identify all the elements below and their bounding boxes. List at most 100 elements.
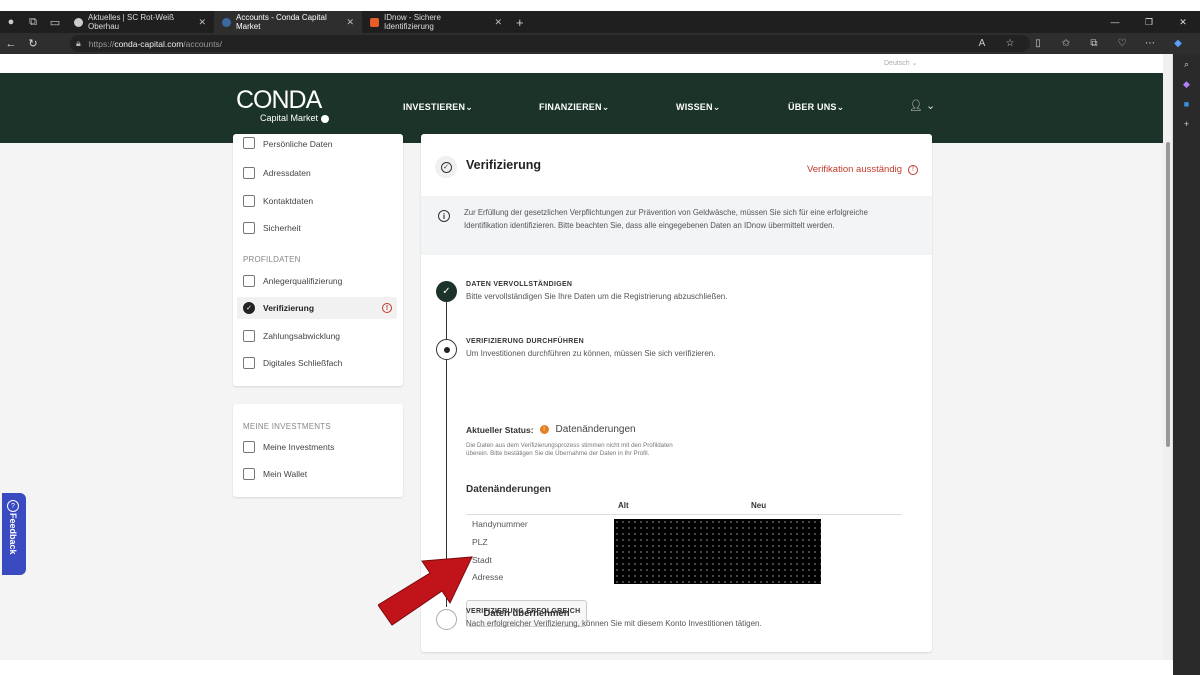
outlook-icon[interactable]: ■ [1173, 94, 1200, 114]
add-icon[interactable]: + [1173, 114, 1200, 134]
tab-bar: ● ⧉ ▭ Aktuelles | SC Rot-Weiß Oberhau ✕ … [0, 11, 1200, 33]
current-status-value: Datenänderungen [555, 424, 636, 435]
conda-logo[interactable]: CONDA Capital Market [236, 87, 329, 123]
tab-favicon [222, 17, 231, 27]
nav-zahlungsabwicklung[interactable]: Zahlungsabwicklung [243, 325, 397, 347]
verification-card: ✓ Verifizierung Verifikation ausständig!… [421, 134, 932, 652]
nav-verifizierung[interactable]: ✓ Verifizierung! [237, 297, 397, 319]
step-1-check-icon: ✓ [436, 281, 457, 302]
nav-anlegerqualifizierung[interactable]: Anlegerqualifizierung [243, 270, 397, 292]
nav-digitales-schliessfach[interactable]: Digitales Schließfach [243, 352, 397, 374]
step-1-title: DATEN VERVOLLSTÄNDIGEN [466, 281, 573, 288]
step-2-title: VERIFIZIERUNG DURCHFÜHREN [466, 338, 584, 345]
tab-actions-icon[interactable]: ▭ [44, 11, 66, 33]
tab-label: Accounts - Conda Capital Market [236, 13, 327, 31]
column-header-old: Alt [618, 501, 629, 510]
menu-ueber-uns[interactable]: ÜBER UNS⌄ [788, 102, 844, 113]
nav-adressdaten[interactable]: Adressdaten [243, 162, 397, 184]
url-path: /accounts/ [183, 38, 223, 49]
minimize-icon[interactable]: — [1098, 11, 1132, 33]
health-icon[interactable]: ♡ [1108, 38, 1136, 49]
safe-icon [243, 357, 255, 369]
scrollbar-thumb[interactable] [1166, 142, 1170, 447]
tab-3[interactable]: IDnow - Sichere Identifizierung ✕ [362, 11, 510, 33]
copilot-icon[interactable]: ◆ [1173, 74, 1200, 94]
lock-icon: 🔒︎ [76, 38, 81, 48]
tab-1[interactable]: Aktuelles | SC Rot-Weiß Oberhau ✕ [66, 11, 214, 33]
info-icon: i [438, 210, 450, 222]
url-prefix: https:// [88, 38, 115, 49]
refresh-icon[interactable]: ↻ [22, 33, 44, 54]
maximize-icon[interactable]: ❐ [1132, 11, 1166, 33]
top-strip [0, 0, 1200, 11]
person-icon [243, 137, 255, 149]
nav-sicherheit[interactable]: Sicherheit [243, 217, 397, 239]
profile-icon[interactable]: ● [0, 11, 22, 33]
menu-investieren[interactable]: INVESTIEREN⌄ [403, 102, 473, 113]
menu-wissen[interactable]: WISSEN⌄ [676, 102, 720, 113]
redacted-values [614, 519, 821, 584]
web-page: Deutsch ⌄ CONDA Capital Market INVESTIER… [0, 54, 1173, 660]
account-nav-card: Persönliche Daten Adressdaten Kontaktdat… [233, 134, 403, 386]
nav-label: Mein Wallet [263, 469, 308, 479]
tab-2[interactable]: Accounts - Conda Capital Market ✕ [214, 11, 362, 33]
nav-mein-wallet[interactable]: Mein Wallet [243, 463, 397, 485]
window-controls: — ❐ ✕ [1098, 11, 1200, 33]
new-tab-icon[interactable]: + [516, 15, 524, 30]
screen: ● ⧉ ▭ Aktuelles | SC Rot-Weiß Oberhau ✕ … [0, 0, 1200, 675]
logo-subtitle: Capital Market [260, 113, 329, 123]
back-icon[interactable]: ← [0, 33, 22, 54]
tab-label: IDnow - Sichere Identifizierung [384, 13, 441, 31]
profile-heading: PROFILDATEN [243, 255, 301, 264]
current-status: Aktueller Status: ! Datenänderungen [466, 424, 636, 435]
close-icon[interactable]: ✕ [198, 17, 206, 28]
home-icon [243, 167, 255, 179]
favorites-icon[interactable]: ✩ [1052, 38, 1080, 49]
page-title: Verifizierung [466, 158, 542, 172]
payment-icon [243, 330, 255, 342]
browser-sidebar: ⌕ ◆ ■ + [1173, 54, 1200, 675]
user-menu-icon[interactable]: 👤︎ ⌄ [909, 99, 935, 112]
check-circle-icon: ✓ [243, 302, 255, 314]
nav-label: Digitales Schließfach [263, 358, 343, 368]
favorite-star-icon[interactable]: ☆ [996, 38, 1024, 49]
nav-label: Verifizierung [263, 303, 315, 313]
info-box: i Zur Erfüllung der gesetzlichen Verpfli… [421, 196, 932, 255]
nav-persoenliche-daten[interactable]: Persönliche Daten [243, 135, 397, 149]
search-icon[interactable]: ⌕ [1173, 54, 1200, 74]
feedback-label: Feedback [8, 513, 18, 555]
tab-favicon [370, 17, 379, 27]
warning-icon: ! [539, 425, 549, 434]
wallet-icon [243, 468, 255, 480]
language-select[interactable]: Deutsch ⌄ [884, 59, 918, 67]
nav-meine-investments[interactable]: Meine Investments [243, 436, 397, 458]
nav-label: Persönliche Daten [263, 139, 333, 149]
nav-kontaktdaten[interactable]: Kontaktdaten [243, 190, 397, 212]
close-icon[interactable]: ✕ [346, 17, 354, 28]
split-screen-icon[interactable]: ▯ [1024, 38, 1052, 49]
column-header-new: Neu [751, 501, 767, 510]
collections-icon[interactable]: ⧉ [22, 11, 44, 33]
menu-finanzieren[interactable]: FINANZIEREN⌄ [539, 102, 609, 113]
url-host: conda-capital.com [114, 38, 184, 49]
annotation-arrow-icon [378, 556, 473, 626]
url-field[interactable]: 🔒︎ https://conda-capital.com/accounts/ [70, 35, 1030, 52]
info-text: Zur Erfüllung der gesetzlichen Verpflich… [464, 208, 868, 230]
read-aloud-icon[interactable]: A [968, 38, 996, 49]
collections-icon[interactable]: ⧉ [1080, 38, 1108, 49]
logo-subtitle-text: Capital Market [260, 113, 319, 123]
close-window-icon[interactable]: ✕ [1166, 11, 1200, 33]
document-icon [243, 275, 255, 287]
copilot-icon[interactable]: ◆ [1164, 38, 1192, 49]
close-icon[interactable]: ✕ [494, 17, 502, 28]
menu-label: WISSEN [676, 102, 713, 112]
warning-icon: ! [908, 164, 918, 175]
more-icon[interactable]: ⋯ [1136, 38, 1164, 49]
status-note: Die Daten aus dem Verifizierungsprozess … [466, 442, 673, 457]
tab-label: Aktuelles | SC Rot-Weiß Oberhau [88, 13, 174, 31]
toolbar-icons: A ☆ ▯ ✩ ⧉ ♡ ⋯ ◆ [968, 33, 1192, 54]
feedback-button[interactable]: ? Feedback [2, 493, 26, 575]
nav-label: Sicherheit [263, 223, 301, 233]
table-row-label: Handynummer [472, 519, 528, 529]
page-scrollbar[interactable] [1163, 54, 1172, 660]
